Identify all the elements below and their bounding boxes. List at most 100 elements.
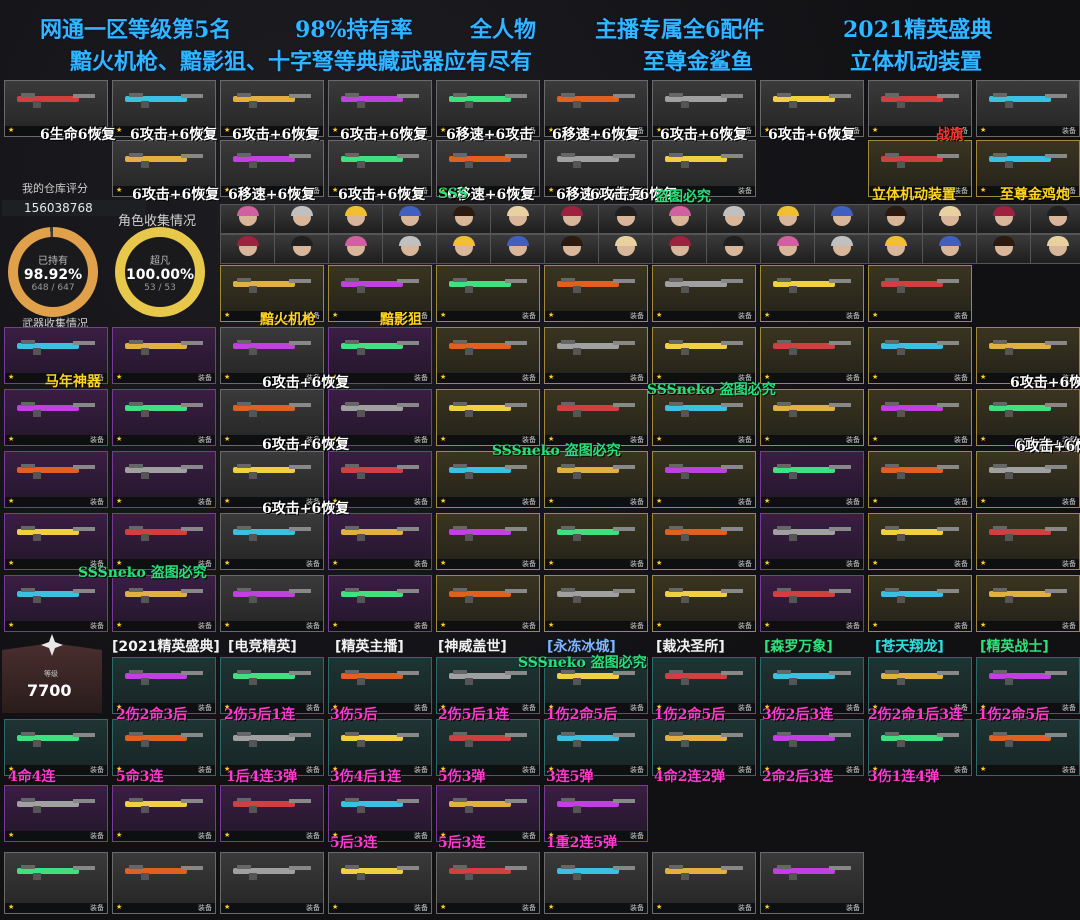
character-portrait[interactable]: [922, 204, 980, 234]
character-portrait[interactable]: [814, 204, 872, 234]
category-label: [裁决圣所]: [656, 639, 725, 655]
weapon-card[interactable]: ★ 装备: [4, 785, 108, 842]
character-portrait[interactable]: [490, 234, 548, 264]
character-portrait[interactable]: [436, 204, 494, 234]
weapon-card[interactable]: ★ 装备: [868, 513, 972, 570]
character-portrait[interactable]: [814, 234, 872, 264]
character-portrait[interactable]: [976, 204, 1034, 234]
character-portrait[interactable]: [868, 204, 926, 234]
weapon-card[interactable]: ★ 装备: [976, 80, 1080, 137]
star-rating: ★: [656, 621, 663, 629]
character-portrait[interactable]: [760, 204, 818, 234]
character-portrait[interactable]: [1030, 204, 1080, 234]
character-portrait[interactable]: [544, 234, 602, 264]
character-portrait[interactable]: [652, 204, 710, 234]
overlay-text: 3连5弹: [546, 769, 594, 785]
star-rating: ★: [548, 903, 555, 911]
weapon-card[interactable]: ★ 装备: [4, 451, 108, 508]
weapon-card[interactable]: ★ 装备: [112, 451, 216, 508]
weapon-icon: [233, 588, 311, 603]
weapon-card[interactable]: ★ 装备: [976, 719, 1080, 776]
overlay-text: 6攻击+6恢复: [262, 501, 350, 517]
weapon-card[interactable]: ★ 装备: [112, 389, 216, 446]
character-portrait[interactable]: [976, 234, 1034, 264]
character-portrait[interactable]: [490, 204, 548, 234]
character-portrait[interactable]: [382, 234, 440, 264]
weapon-icon: [449, 340, 527, 355]
equip-label: 装备: [522, 622, 536, 630]
character-portrait[interactable]: [1030, 234, 1080, 264]
weapon-card[interactable]: ★ 装备: [220, 852, 324, 914]
weapon-card[interactable]: ★ 装备: [868, 575, 972, 632]
character-portrait[interactable]: [328, 204, 386, 234]
weapon-card[interactable]: ★ 装备: [760, 451, 864, 508]
weapon-card[interactable]: ★ 装备: [112, 575, 216, 632]
equip-label: 装备: [846, 560, 860, 568]
weapon-card[interactable]: ★ 装备: [652, 852, 756, 914]
weapon-card[interactable]: ★ 装备: [760, 852, 864, 914]
character-portrait[interactable]: [598, 234, 656, 264]
character-portrait[interactable]: [598, 204, 656, 234]
weapon-icon: [233, 464, 311, 479]
weapon-card[interactable]: ★ 装备: [4, 575, 108, 632]
card-footer: ★ 装备: [869, 373, 971, 383]
weapon-card[interactable]: ★ 装备: [328, 513, 432, 570]
character-portrait[interactable]: [220, 234, 278, 264]
weapon-card[interactable]: ★ 装备: [760, 327, 864, 384]
character-portrait[interactable]: [922, 234, 980, 264]
weapon-card[interactable]: ★ 装备: [652, 327, 756, 384]
weapon-card[interactable]: ★ 装备: [760, 513, 864, 570]
weapon-card[interactable]: ★ 装备: [220, 785, 324, 842]
weapon-card[interactable]: ★ 装备: [436, 265, 540, 322]
weapon-card[interactable]: ★ 装备: [652, 575, 756, 632]
character-portrait[interactable]: [274, 234, 332, 264]
weapon-card[interactable]: ★ 装备: [436, 327, 540, 384]
character-portrait[interactable]: [868, 234, 926, 264]
weapon-card[interactable]: ★ 装备: [544, 513, 648, 570]
character-portrait[interactable]: [652, 234, 710, 264]
weapon-card[interactable]: ★ 装备: [4, 389, 108, 446]
weapon-card[interactable]: ★ 装备: [868, 265, 972, 322]
weapon-card[interactable]: ★ 装备: [868, 327, 972, 384]
weapon-card[interactable]: ★ 装备: [544, 389, 648, 446]
weapon-card[interactable]: ★ 装备: [112, 327, 216, 384]
weapon-card[interactable]: ★ 装备: [544, 327, 648, 384]
character-portrait[interactable]: [436, 234, 494, 264]
weapon-card[interactable]: ★ 装备: [436, 852, 540, 914]
weapon-card[interactable]: ★ 装备: [760, 575, 864, 632]
weapon-card[interactable]: ★ 装备: [652, 265, 756, 322]
weapon-card[interactable]: ★ 装备: [220, 513, 324, 570]
weapon-card[interactable]: ★ 装备: [328, 575, 432, 632]
overlay-text: 2伤5后1连: [438, 707, 510, 723]
weapon-icon: [125, 526, 203, 541]
weapon-card[interactable]: ★ 装备: [976, 513, 1080, 570]
weapon-card[interactable]: ★ 装备: [976, 451, 1080, 508]
weapon-card[interactable]: ★ 装备: [760, 265, 864, 322]
weapon-card[interactable]: ★ 装备: [4, 852, 108, 914]
weapon-card[interactable]: ★ 装备: [544, 265, 648, 322]
weapon-card[interactable]: ★ 装备: [112, 785, 216, 842]
weapon-icon: [17, 402, 95, 417]
character-portrait[interactable]: [220, 204, 278, 234]
weapon-card[interactable]: ★ 装备: [652, 513, 756, 570]
weapon-card[interactable]: ★ 装备: [436, 389, 540, 446]
weapon-card[interactable]: ★ 装备: [328, 852, 432, 914]
weapon-card[interactable]: ★ 装备: [220, 575, 324, 632]
weapon-icon: [665, 153, 743, 168]
weapon-card[interactable]: ★ 装备: [544, 575, 648, 632]
weapon-card[interactable]: ★ 装备: [544, 852, 648, 914]
character-portrait[interactable]: [760, 234, 818, 264]
character-portrait[interactable]: [382, 204, 440, 234]
character-portrait[interactable]: [274, 204, 332, 234]
weapon-card[interactable]: ★ 装备: [976, 575, 1080, 632]
weapon-card[interactable]: ★ 装备: [868, 389, 972, 446]
weapon-card[interactable]: ★ 装备: [436, 513, 540, 570]
character-portrait[interactable]: [544, 204, 602, 234]
weapon-card[interactable]: ★ 装备: [652, 451, 756, 508]
character-portrait[interactable]: [328, 234, 386, 264]
weapon-card[interactable]: ★ 装备: [436, 575, 540, 632]
character-portrait[interactable]: [706, 204, 764, 234]
weapon-card[interactable]: ★ 装备: [112, 852, 216, 914]
character-portrait[interactable]: [706, 234, 764, 264]
weapon-card[interactable]: ★ 装备: [868, 451, 972, 508]
